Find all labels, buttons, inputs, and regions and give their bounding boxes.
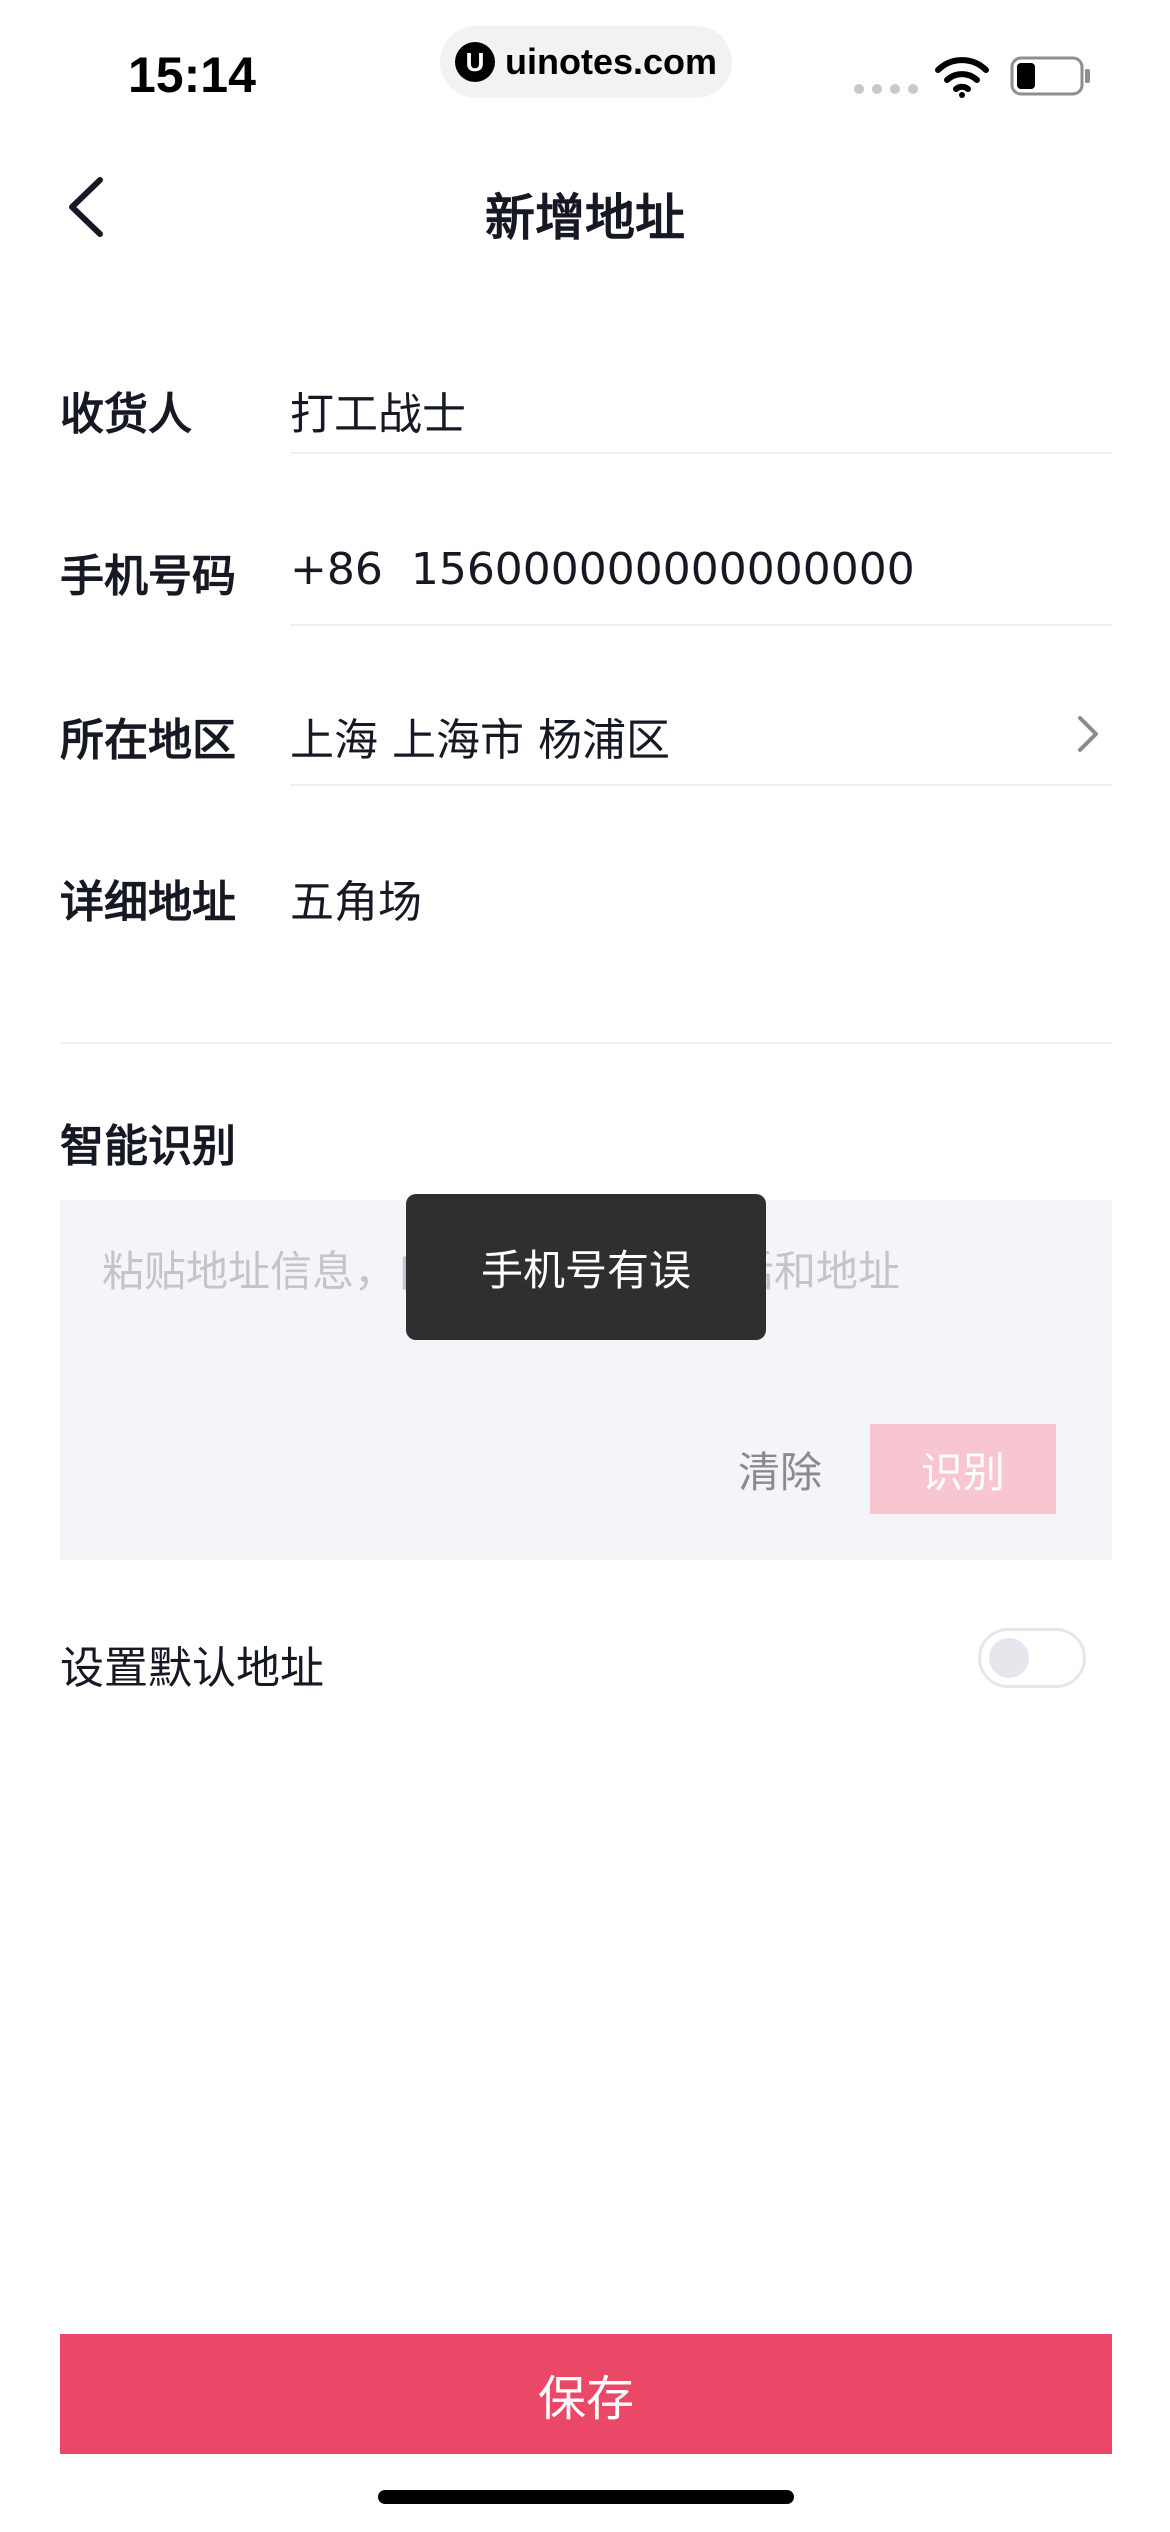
battery-icon <box>1010 56 1090 96</box>
chevron-right-icon[interactable] <box>1074 712 1104 756</box>
site-logo-icon: U <box>454 42 495 82</box>
error-toast: 手机号有误 <box>406 1194 766 1340</box>
default-address-toggle[interactable] <box>978 1628 1086 1688</box>
region-label: 所在地区 <box>60 715 236 766</box>
region-selector[interactable]: 上海 上海市 杨浦区 <box>290 704 670 768</box>
detail-address-input[interactable]: 五角场 <box>290 866 422 930</box>
wifi-icon <box>935 57 989 98</box>
phone-input[interactable]: +86 156000000000000000 <box>290 544 915 595</box>
save-button[interactable]: 保存 <box>60 2334 1112 2454</box>
divider <box>290 624 1112 626</box>
url-pill[interactable]: U uinotes.com <box>440 26 732 98</box>
cellular-signal-icon <box>854 84 918 94</box>
detail-address-label: 详细地址 <box>60 877 236 928</box>
clear-button[interactable]: 清除 <box>730 1424 830 1514</box>
url-text: uinotes.com <box>504 41 718 82</box>
divider <box>60 1042 1112 1044</box>
toggle-knob <box>989 1638 1029 1678</box>
smart-recognition-title: 智能识别 <box>60 1121 236 1172</box>
divider <box>290 784 1112 786</box>
recipient-input[interactable]: 打工战士 <box>290 378 466 442</box>
home-indicator[interactable] <box>378 2490 794 2504</box>
divider <box>290 452 1112 454</box>
phone-label: 手机号码 <box>60 551 236 602</box>
recognize-button[interactable]: 识别 <box>870 1424 1056 1514</box>
page-title: 新增地址 <box>485 189 685 247</box>
status-time: 15:14 <box>128 47 256 103</box>
default-address-label: 设置默认地址 <box>60 1643 324 1694</box>
recipient-label: 收货人 <box>60 389 192 440</box>
